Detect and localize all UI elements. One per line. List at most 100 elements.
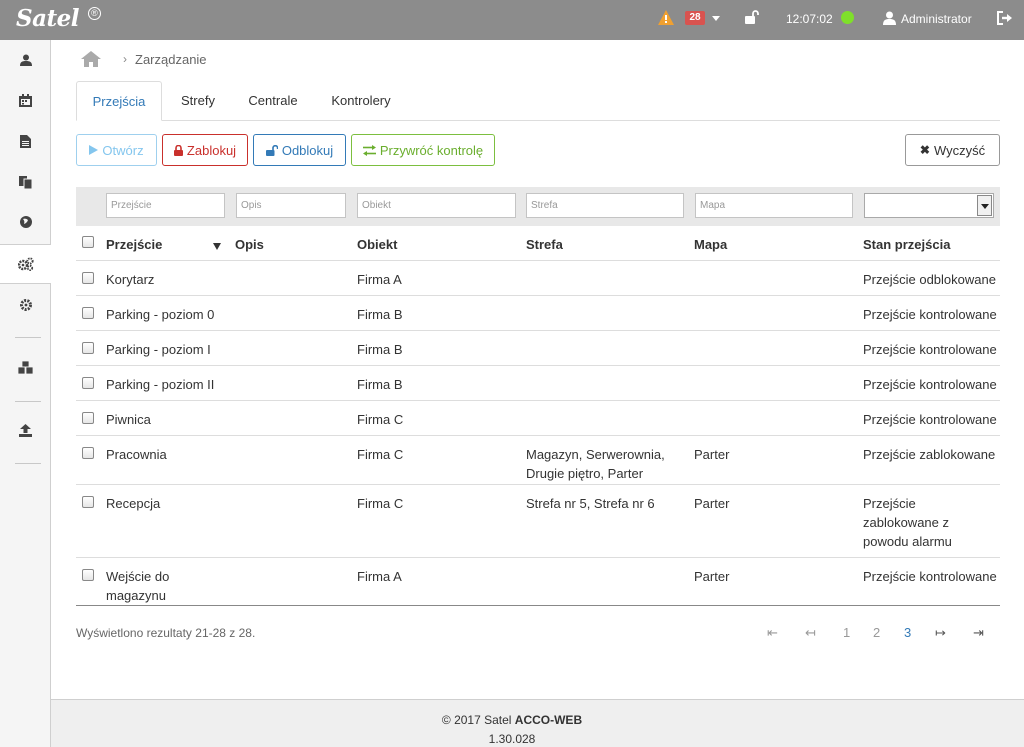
- cell-doorway: Parking - poziom 0: [106, 307, 215, 322]
- page-3-button[interactable]: 3: [904, 625, 911, 640]
- tab-controllers[interactable]: Kontrolery: [320, 81, 402, 121]
- column-header-description[interactable]: Opis: [235, 237, 264, 252]
- row-checkbox[interactable]: [82, 412, 94, 424]
- first-page-button[interactable]: ⇤: [767, 625, 778, 641]
- next-page-button[interactable]: ↦: [935, 625, 946, 641]
- row-checkbox[interactable]: [82, 496, 94, 508]
- sidebar-item-modules[interactable]: [0, 348, 51, 388]
- lock-button[interactable]: Zablokuj: [162, 134, 248, 166]
- chevron-down-icon[interactable]: [977, 195, 992, 216]
- cell-state: Przejście kontrolowane: [863, 412, 997, 427]
- cell-state: Przejście kontrolowane: [863, 569, 997, 584]
- tab-doorways[interactable]: Przejścia: [76, 81, 162, 121]
- user-name[interactable]: Administrator: [901, 12, 972, 26]
- cell-object: Firma A: [357, 569, 402, 584]
- row-checkbox[interactable]: [82, 342, 94, 354]
- column-header-map[interactable]: Mapa: [694, 237, 727, 252]
- sidebar-item-settings[interactable]: [0, 285, 51, 325]
- tab-panels[interactable]: Centrale: [238, 81, 308, 121]
- home-icon[interactable]: [81, 51, 101, 67]
- document-icon: [20, 134, 31, 148]
- sidebar-item-management[interactable]: [0, 244, 52, 284]
- unlock-button[interactable]: Odblokuj: [253, 134, 346, 166]
- cell-object: Firma B: [357, 377, 403, 392]
- sort-desc-icon[interactable]: [213, 243, 221, 250]
- restore-control-button[interactable]: Przywróć kontrolę: [351, 134, 495, 166]
- column-header-zone[interactable]: Strefa: [526, 237, 563, 252]
- column-header-doorway[interactable]: Przejście: [106, 237, 162, 252]
- main-panel: › Zarządzanie Przejścia Strefy Centrale …: [51, 40, 1024, 700]
- row-checkbox[interactable]: [82, 377, 94, 389]
- page-2-button[interactable]: 2: [873, 625, 880, 640]
- open-button-label: Otwórz: [102, 142, 144, 158]
- clear-button[interactable]: ✖ Wyczyść: [905, 134, 1000, 166]
- map-filter-input[interactable]: [695, 193, 853, 218]
- cell-state: Przejście zablokowane: [863, 447, 996, 462]
- connection-status-dot: [841, 11, 854, 24]
- cell-doorway: Wejście do magazynu: [106, 569, 170, 603]
- unlock-icon[interactable]: [745, 10, 759, 24]
- column-header-state[interactable]: Stan przejścia: [863, 237, 950, 252]
- user-icon: [883, 11, 896, 25]
- breadcrumb-current: Zarządzanie: [135, 51, 207, 67]
- registered-mark: ®: [88, 7, 101, 20]
- row-checkbox[interactable]: [82, 569, 94, 581]
- table-row[interactable]: Korytarz Firma A Przejście odblokowane: [76, 261, 1000, 296]
- select-all-checkbox[interactable]: [82, 236, 94, 248]
- clock: 12:07:02: [786, 12, 833, 26]
- row-checkbox[interactable]: [82, 307, 94, 319]
- cell-doorway: Recepcja: [106, 496, 161, 511]
- tab-bar: Przejścia Strefy Centrale Kontrolery: [76, 81, 1000, 121]
- warning-icon[interactable]: [658, 10, 674, 25]
- table-row[interactable]: Recepcja Firma C Strefa nr 5, Strefa nr …: [76, 485, 1000, 558]
- sidebar-item-maps[interactable]: [0, 202, 51, 242]
- copyright-text: © 2017 Satel: [441, 713, 515, 727]
- unlock-button-label: Odblokuj: [281, 142, 334, 158]
- logout-icon[interactable]: [997, 11, 1012, 25]
- unlock-icon: [265, 144, 278, 156]
- alarm-count-badge[interactable]: 28: [685, 11, 705, 25]
- page-1-button[interactable]: 1: [843, 625, 850, 640]
- cell-map: Parter: [694, 569, 730, 584]
- cell-object: Firma B: [357, 307, 403, 322]
- exchange-icon: [362, 144, 376, 156]
- column-header-object[interactable]: Obiekt: [357, 237, 397, 252]
- sidebar-item-users[interactable]: [0, 40, 51, 80]
- sidebar: [0, 40, 52, 747]
- footer-version: 1.30.028: [488, 732, 536, 746]
- prev-page-button[interactable]: ↤: [805, 625, 816, 641]
- row-checkbox[interactable]: [82, 447, 94, 459]
- filter-row: [76, 187, 1000, 226]
- object-filter-input[interactable]: [357, 193, 516, 218]
- sidebar-item-upload[interactable]: [0, 410, 51, 450]
- table-row[interactable]: Parking - poziom 0 Firma B Przejście kon…: [76, 296, 1000, 331]
- description-filter-input[interactable]: [236, 193, 346, 218]
- table-row[interactable]: Parking - poziom I Firma B Przejście kon…: [76, 331, 1000, 366]
- row-checkbox[interactable]: [82, 272, 94, 284]
- footer-copyright: © 2017 Satel ACCO-WEB: [0, 713, 1024, 727]
- sidebar-item-schedules[interactable]: [0, 80, 51, 120]
- table-row[interactable]: Piwnica Firma C Przejście kontrolowane: [76, 401, 1000, 436]
- open-button[interactable]: Otwórz: [76, 134, 157, 166]
- cell-state: Przejście odblokowane: [863, 272, 996, 287]
- state-filter-select[interactable]: [864, 193, 994, 218]
- breadcrumb: › Zarządzanie: [81, 51, 207, 67]
- table-row[interactable]: Pracownia Firma C Magazyn, Serwerownia, …: [76, 436, 1000, 485]
- chevron-down-icon[interactable]: [712, 16, 720, 21]
- product-name: ACCO-WEB: [514, 713, 583, 727]
- cell-object: Firma C: [357, 412, 404, 427]
- sidebar-divider: [15, 463, 41, 464]
- sidebar-item-copy[interactable]: [0, 162, 51, 202]
- cell-map: Parter: [694, 496, 730, 511]
- zone-filter-input[interactable]: [526, 193, 684, 218]
- last-page-button[interactable]: ⇥: [973, 625, 984, 641]
- table-row[interactable]: Parking - poziom II Firma B Przejście ko…: [76, 366, 1000, 401]
- tab-zones[interactable]: Strefy: [166, 81, 230, 121]
- cell-doorway: Pracownia: [106, 447, 167, 462]
- satel-logo[interactable]: Satel: [16, 5, 80, 32]
- cell-doorway: Korytarz: [106, 272, 155, 287]
- table-row[interactable]: Wejście do magazynu Firma A Parter Przej…: [76, 558, 1000, 606]
- sidebar-item-reports[interactable]: [0, 121, 51, 161]
- top-bar: Satel ® 28 12:07:02 Administrator: [0, 0, 1024, 40]
- doorway-filter-input[interactable]: [106, 193, 225, 218]
